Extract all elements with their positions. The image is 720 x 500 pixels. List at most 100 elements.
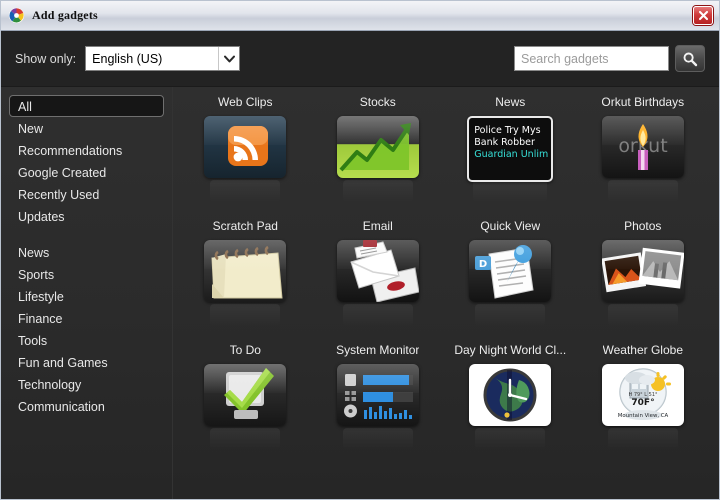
sidebar-item-tools[interactable]: Tools	[9, 329, 164, 351]
sidebar-item-label: Technology	[18, 378, 82, 392]
gadget-orkut-birthdays[interactable]: Orkut Birthdays orkut	[577, 91, 710, 215]
world-clock-icon	[469, 364, 552, 426]
sidebar-item-recently-used[interactable]: Recently Used	[9, 183, 164, 205]
gadget-news[interactable]: News Police Try Mys Bank Robber Guardian…	[444, 91, 577, 215]
notepad-icon	[204, 240, 287, 302]
sidebar-item-label: All	[18, 100, 32, 114]
gadget-label: System Monitor	[336, 343, 420, 357]
sidebar-item-label: Recently Used	[18, 188, 100, 202]
gadget-to-do[interactable]: To Do	[179, 339, 312, 463]
news-headlines-icon: Police Try Mys Bank Robber Guardian Unli…	[467, 116, 554, 182]
sidebar-item-updates[interactable]: Updates	[9, 205, 164, 227]
weather-globe-icon: 70F° H 79° L 51° Mountain View, CA	[601, 364, 684, 426]
sidebar-item-recommendations[interactable]: Recommendations	[9, 139, 164, 161]
gadget-label: Weather Globe	[602, 343, 684, 357]
gadget-thumb-wrap: Police Try Mys Bank Robber Guardian Unli…	[467, 116, 554, 202]
search-icon	[683, 52, 698, 66]
show-only-label: Show only:	[15, 51, 77, 66]
window-title: Add gadgets	[32, 8, 98, 22]
sidebar-item-finance[interactable]: Finance	[9, 307, 164, 329]
rss-icon	[204, 116, 287, 178]
gadget-label: Quick View	[480, 219, 541, 233]
sidebar-item-label: Tools	[18, 334, 48, 348]
gadget-email[interactable]: Email	[312, 215, 445, 339]
gadget-label: Email	[362, 219, 393, 233]
gadget-quick-view[interactable]: Quick View D	[444, 215, 577, 339]
gadget-label: Day Night World Cl...	[454, 343, 567, 357]
orkut-candle-icon: orkut	[601, 116, 684, 178]
content-area: All New Recommendations Google Created R…	[1, 87, 719, 499]
weather-temperature: 70F°	[631, 398, 654, 408]
gadget-thumb-wrap	[336, 116, 419, 202]
sidebar-item-label: News	[18, 246, 50, 260]
sidebar-item-label: Updates	[18, 210, 65, 224]
gadget-label: Orkut Birthdays	[601, 95, 685, 109]
sidebar-item-technology[interactable]: Technology	[9, 373, 164, 395]
news-headline: Police Try Mys	[474, 125, 541, 136]
gadget-thumb-wrap	[204, 240, 287, 326]
sidebar-divider	[9, 227, 172, 241]
gadget-thumb-wrap	[601, 240, 684, 326]
add-gadgets-window: Add gadgets Show only: English (US) Sear…	[0, 0, 720, 500]
gadget-system-monitor[interactable]: System Monitor	[312, 339, 445, 463]
photo-stack-icon	[601, 240, 684, 302]
sidebar-item-label: Recommendations	[18, 144, 123, 158]
news-headline-list: Police Try Mys Bank Robber Guardian Unli…	[469, 118, 551, 161]
sidebar-item-new[interactable]: New	[9, 117, 164, 139]
gadget-thumb-wrap: orkut	[601, 116, 684, 202]
sidebar-item-label: Finance	[18, 312, 63, 326]
search-input[interactable]	[514, 46, 669, 71]
gadget-thumb-wrap: 70F° H 79° L 51° Mountain View, CA	[601, 364, 684, 450]
sidebar-item-google-created[interactable]: Google Created	[9, 161, 164, 183]
pushpin-document-icon: D	[469, 240, 552, 302]
gadget-label: News	[495, 95, 526, 109]
gadget-grid: Web Clips Stocks News Police Try Mys Ban…	[173, 87, 719, 499]
weather-hi-lo: H 79° L 51°	[628, 392, 658, 398]
gadget-photos[interactable]: Photos	[577, 215, 710, 339]
sidebar-item-news[interactable]: News	[9, 241, 164, 263]
checkmark-icon	[204, 364, 287, 426]
sidebar-item-label: Communication	[18, 400, 105, 414]
gadget-thumb-wrap	[336, 364, 419, 450]
sidebar-item-label: Google Created	[18, 166, 107, 180]
sidebar-item-lifestyle[interactable]: Lifestyle	[9, 285, 164, 307]
close-icon	[698, 10, 708, 21]
gadget-thumb-wrap	[204, 116, 287, 202]
gadget-thumb-wrap: D	[469, 240, 552, 326]
gadget-web-clips[interactable]: Web Clips	[179, 91, 312, 215]
news-headline: Bank Robber	[474, 137, 535, 148]
search-button[interactable]	[675, 45, 705, 72]
category-sidebar: All New Recommendations Google Created R…	[1, 87, 173, 499]
news-source-link: Guardian Unlim	[474, 149, 549, 160]
gadget-label: Scratch Pad	[212, 219, 278, 233]
sidebar-item-sports[interactable]: Sports	[9, 263, 164, 285]
envelope-icon	[336, 240, 419, 302]
system-meters-icon	[336, 364, 419, 426]
gadget-weather-globe[interactable]: Weather Globe 70F° H 79° L 51° Mountain …	[577, 339, 710, 463]
sidebar-item-all[interactable]: All	[9, 95, 164, 117]
sidebar-item-label: Lifestyle	[18, 290, 64, 304]
sidebar-item-label: New	[18, 122, 44, 136]
language-select[interactable]: English (US)	[85, 46, 241, 71]
chevron-down-icon	[218, 47, 240, 70]
sidebar-item-communication[interactable]: Communication	[9, 395, 164, 417]
gadget-label: Photos	[624, 219, 662, 233]
gadget-scratch-pad[interactable]: Scratch Pad	[179, 215, 312, 339]
gadget-thumb-wrap	[469, 364, 552, 450]
sidebar-item-fun-and-games[interactable]: Fun and Games	[9, 351, 164, 373]
gadget-stocks[interactable]: Stocks	[312, 91, 445, 215]
gadget-day-night-world-clock[interactable]: Day Night World Cl...	[444, 339, 577, 463]
language-select-value: English (US)	[92, 51, 163, 66]
weather-location: Mountain View, CA	[618, 413, 669, 419]
sidebar-item-label: Sports	[18, 268, 55, 282]
toolbar: Show only: English (US)	[1, 31, 719, 87]
title-bar: Add gadgets	[1, 1, 719, 31]
google-desktop-icon	[8, 7, 25, 24]
gadget-thumb-wrap	[336, 240, 419, 326]
close-button[interactable]	[693, 6, 713, 25]
gadget-label: To Do	[229, 343, 261, 357]
gadget-thumb-wrap	[204, 364, 287, 450]
sidebar-item-label: Fun and Games	[18, 356, 108, 370]
gadget-label: Web Clips	[218, 95, 273, 109]
gadget-label: Stocks	[359, 95, 396, 109]
